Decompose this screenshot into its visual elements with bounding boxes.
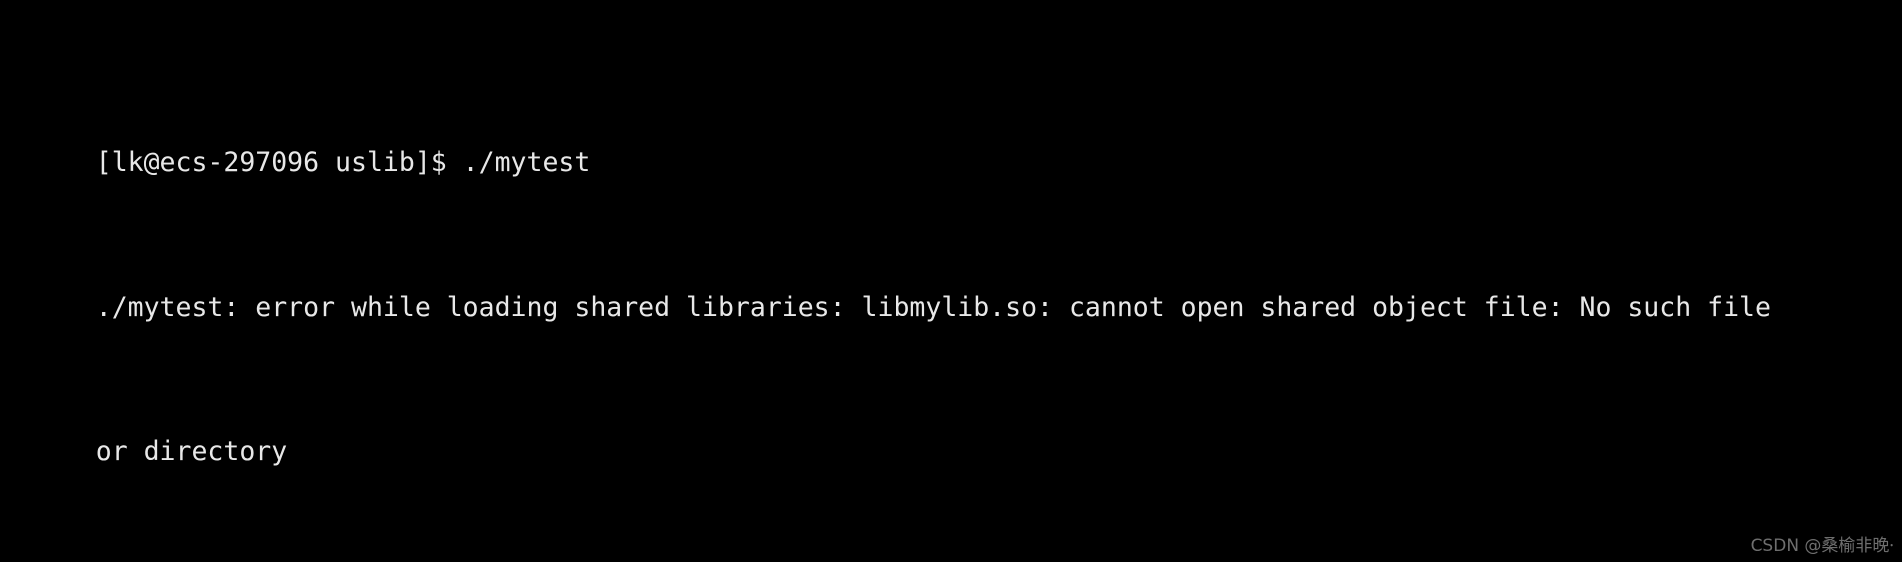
terminal-window[interactable]: [lk@ecs-297096 uslib]$ ./mytest ./mytest… — [0, 0, 1902, 562]
terminal-line: [lk@ecs-297096 uslib]$ sudo ln -s /home/… — [0, 543, 1902, 562]
terminal-line-text: or directory — [95, 436, 288, 468]
terminal-line-text: ./mytest: error while loading shared lib… — [95, 291, 1771, 323]
terminal-line: [lk@ecs-297096 uslib]$ ./mytest — [0, 109, 1902, 178]
terminal-line: ./mytest: error while loading shared lib… — [0, 253, 1902, 323]
csdn-watermark: CSDN @桑榆非晚⸱ — [1750, 536, 1894, 556]
terminal-line-text: [lk@ecs-297096 uslib]$ ./mytest — [95, 146, 591, 178]
terminal-screen[interactable]: [lk@ecs-297096 uslib]$ ./mytest ./mytest… — [0, 0, 1902, 562]
terminal-line: or directory — [0, 398, 1902, 467]
